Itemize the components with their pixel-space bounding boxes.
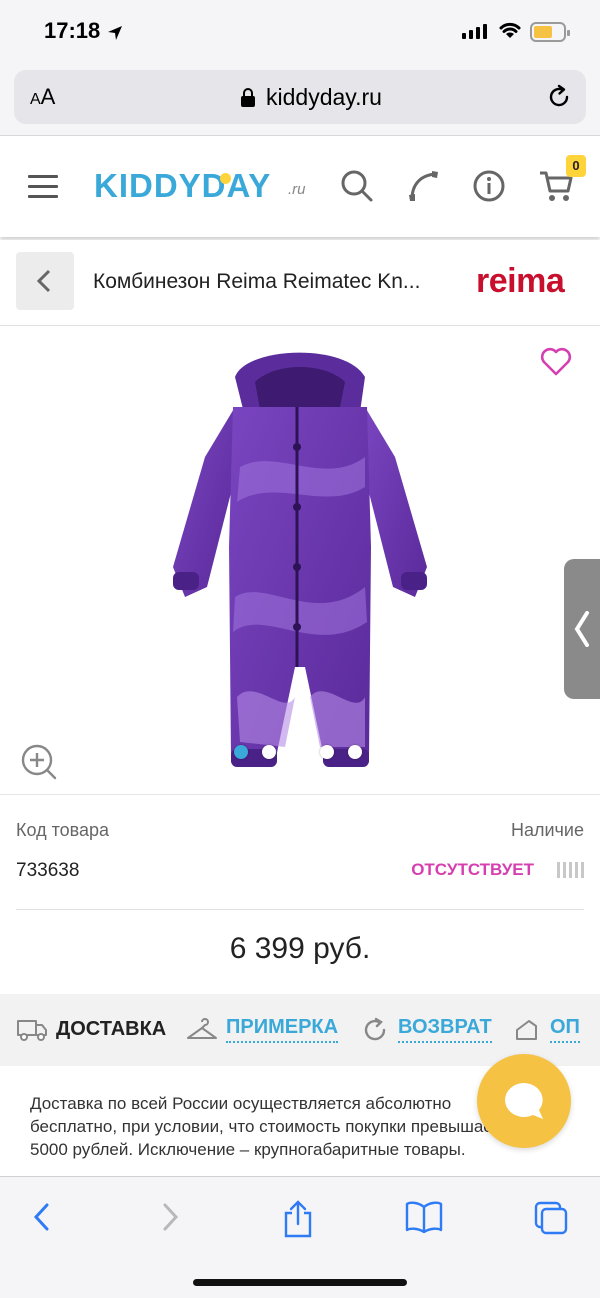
product-title-bar: Комбинезон Reima Reimatec Kn... reima xyxy=(0,240,600,326)
back-arrow-icon[interactable] xyxy=(30,1199,52,1235)
stock-level-indicator xyxy=(557,862,584,878)
cart-count-badge: 0 xyxy=(566,155,586,177)
product-price: 6 399 руб. xyxy=(229,932,371,965)
availability-label: Наличие xyxy=(510,820,584,840)
tab-label: ПРИМЕРКА xyxy=(226,1016,339,1043)
logo-sun-dot xyxy=(220,173,231,184)
tab-fitting[interactable]: ПРИМЕРКА xyxy=(186,1016,339,1043)
chevron-left-icon xyxy=(36,269,51,293)
chat-bubble-icon xyxy=(505,1083,543,1119)
delivery-description: Доставка по всей России осуществляется а… xyxy=(30,1094,500,1159)
lock-icon xyxy=(241,88,255,107)
availability-status: ОТСУТСТВУЕТ xyxy=(411,860,534,879)
tab-payment[interactable]: ОП xyxy=(514,1016,580,1043)
side-panel-tab[interactable] xyxy=(564,559,600,699)
location-arrow-icon xyxy=(108,26,122,40)
site-header: KIDDYDAY .ru 0 xyxy=(0,137,600,237)
zoom-in-icon[interactable] xyxy=(20,743,58,781)
tab-delivery[interactable]: ДОСТАВКА xyxy=(16,1016,166,1042)
signal-icon xyxy=(462,24,487,39)
return-icon xyxy=(364,1017,386,1040)
status-time: 17:18 xyxy=(44,18,101,43)
forward-arrow-icon[interactable] xyxy=(160,1199,182,1235)
gallery-dot[interactable] xyxy=(348,745,362,759)
chevron-left-icon xyxy=(574,611,589,647)
hanger-icon xyxy=(187,1017,217,1039)
truck-icon xyxy=(17,1020,47,1041)
site-logo-suffix: .ru xyxy=(288,181,306,198)
wifi-icon xyxy=(499,22,521,38)
search-icon[interactable] xyxy=(340,169,374,203)
address-bar[interactable]: AA kiddyday.ru xyxy=(14,70,586,124)
product-gallery[interactable] xyxy=(0,327,600,795)
chat-button[interactable] xyxy=(477,1054,571,1148)
reload-icon[interactable] xyxy=(546,84,572,110)
gallery-dot[interactable] xyxy=(320,745,334,759)
product-image[interactable] xyxy=(165,337,435,787)
phone-icon[interactable] xyxy=(406,169,440,203)
sku-label: Код товара xyxy=(16,820,110,840)
status-bar: 17:18 xyxy=(0,0,600,64)
browser-toolbar xyxy=(0,1176,600,1298)
share-icon[interactable] xyxy=(282,1199,314,1239)
brand-logo[interactable]: reima xyxy=(476,262,565,301)
product-info: Код товара Наличие 733638 ОТСУТСТВУЕТ xyxy=(16,796,584,910)
heart-icon[interactable] xyxy=(540,347,572,377)
gallery-dot[interactable] xyxy=(262,745,276,759)
address-domain: kiddyday.ru xyxy=(266,84,382,110)
back-button[interactable] xyxy=(16,252,74,310)
product-title: Комбинезон Reima Reimatec Kn... xyxy=(93,270,421,293)
tabs-icon[interactable] xyxy=(532,1199,570,1237)
tab-label: ВОЗВРАТ xyxy=(398,1016,492,1043)
menu-icon[interactable] xyxy=(28,175,58,199)
text-size-button[interactable]: AA xyxy=(30,84,55,110)
browser-address-area: AA kiddyday.ru xyxy=(0,64,600,136)
home-indicator xyxy=(193,1279,407,1286)
site-logo[interactable]: KIDDYDAY xyxy=(94,167,271,205)
sku-value: 733638 xyxy=(16,860,80,881)
wallet-icon xyxy=(516,1019,537,1040)
gallery-pagination[interactable] xyxy=(234,745,362,759)
gallery-dot[interactable] xyxy=(234,745,248,759)
tab-label: ДОСТАВКА xyxy=(56,1017,167,1040)
tab-return[interactable]: ВОЗВРАТ xyxy=(360,1016,492,1043)
battery-icon xyxy=(530,22,570,42)
tab-label: ОП xyxy=(550,1016,580,1043)
bookmarks-icon[interactable] xyxy=(404,1199,444,1235)
info-icon[interactable] xyxy=(472,169,506,203)
